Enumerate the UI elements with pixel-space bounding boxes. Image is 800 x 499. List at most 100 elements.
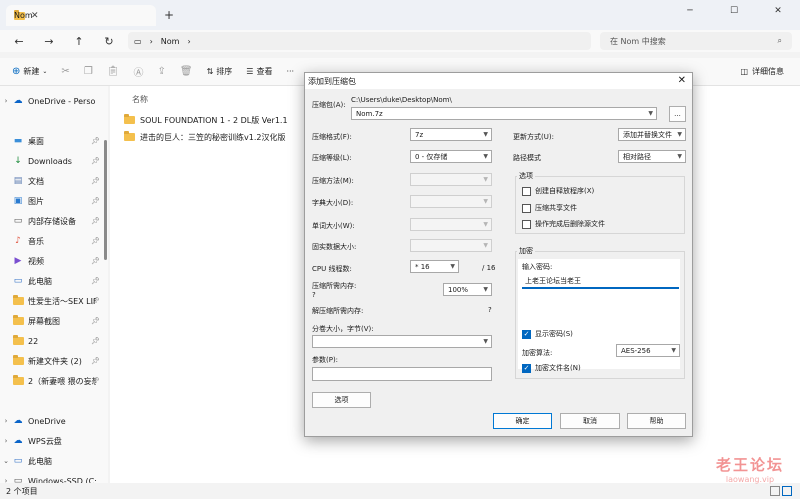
- forward-icon[interactable]: →: [34, 35, 64, 48]
- show-password-checkbox[interactable]: ✓ 显示密码(S): [522, 329, 573, 339]
- sidebar-item[interactable]: ▤ 文档 📌︎: [0, 172, 108, 190]
- threads-combo[interactable]: * 16 ▼: [410, 260, 459, 273]
- minimize-icon[interactable]: ─: [668, 0, 712, 22]
- archive-name-combo[interactable]: Nom.7z ▼: [351, 107, 657, 120]
- more-icon[interactable]: ···: [286, 67, 294, 76]
- list-item[interactable]: SOUL FOUNDATION 1 - 2 DL版 Ver1.1: [124, 112, 288, 128]
- ok-button[interactable]: 确定: [493, 413, 552, 429]
- sidebar-scrollbar[interactable]: [104, 140, 107, 260]
- sidebar-item-label: 此电脑: [28, 276, 52, 286]
- level-combo[interactable]: 0 - 仅存储 ▼: [410, 150, 492, 163]
- refresh-icon[interactable]: ↻: [94, 35, 124, 48]
- chevron-down-icon: ▼: [450, 263, 455, 270]
- decompress-memory-value: ?: [488, 306, 492, 314]
- tab-nom[interactable]: Nom ✕: [6, 5, 156, 26]
- solid-combo: ▼: [410, 239, 492, 252]
- sidebar-item[interactable]: ▭ 此电脑 📌︎: [0, 272, 108, 290]
- sidebar-item-label: 文档: [28, 176, 44, 186]
- address-bar[interactable]: ▭ › Nom ›: [128, 32, 591, 50]
- word-label: 单词大小(W):: [312, 222, 355, 230]
- sidebar-item[interactable]: 性爱生活～SEX LIFE 📌︎: [0, 292, 108, 310]
- sidebar-item[interactable]: › ▭ Windows-SSD (C:): [0, 472, 108, 483]
- password-input[interactable]: 上老王论坛当老王: [522, 274, 679, 289]
- encryption-group-title: 加密: [517, 246, 535, 256]
- new-button[interactable]: ⊕ 新建 ⌄: [12, 66, 47, 77]
- paste-icon[interactable]: 📋︎: [107, 66, 120, 77]
- pin-icon: 📌︎: [91, 197, 100, 205]
- folder-icon: [12, 335, 24, 346]
- options-button[interactable]: 选项: [312, 392, 371, 408]
- sidebar-item[interactable]: ›☁ OneDrive - Personal: [0, 92, 108, 110]
- back-icon[interactable]: ←: [4, 35, 34, 48]
- path-mode-combo[interactable]: 相对路径 ▼: [618, 150, 686, 163]
- list-item[interactable]: 进击的巨人：三笠的秘密训练v1.2汉化版: [124, 129, 285, 145]
- cut-icon[interactable]: ✂: [61, 66, 69, 77]
- format-combo[interactable]: 7z ▼: [410, 128, 492, 141]
- sidebar-item[interactable]: ⌄ ▭ 此电脑: [0, 452, 108, 470]
- sidebar-item[interactable]: ↓ Downloads 📌︎: [0, 152, 108, 170]
- sidebar-item[interactable]: ▭ 内部存储设备 📌︎: [0, 212, 108, 230]
- search-input[interactable]: 在 Nom 中搜索 ⌕: [600, 32, 792, 50]
- up-icon[interactable]: ↑: [64, 35, 94, 48]
- split-combo[interactable]: ▼: [312, 335, 492, 348]
- sort-button[interactable]: ⇅ 排序: [207, 66, 233, 77]
- rename-icon[interactable]: Ⓐ: [133, 64, 143, 79]
- close-icon[interactable]: ✕: [756, 0, 800, 22]
- expand-chevron-icon[interactable]: ⌄: [0, 457, 12, 465]
- word-combo: ▼: [410, 218, 492, 231]
- sidebar-item[interactable]: › ☁ OneDrive: [0, 412, 108, 430]
- column-header-name[interactable]: 名称: [132, 94, 148, 105]
- browse-button[interactable]: ...: [669, 106, 686, 122]
- breadcrumb-chevron-icon[interactable]: ›: [150, 37, 153, 46]
- maximize-icon[interactable]: ☐: [712, 0, 756, 22]
- breadcrumb-nom[interactable]: Nom: [161, 37, 180, 46]
- shared-files-checkbox[interactable]: 压缩共享文件: [522, 203, 577, 213]
- pin-icon: 📌︎: [91, 177, 100, 185]
- chevron-down-icon: ▼: [483, 176, 488, 183]
- details-view-icon[interactable]: [770, 486, 780, 496]
- dialog-close-icon[interactable]: ✕: [678, 75, 686, 86]
- chevron-down-icon: ▼: [483, 338, 488, 345]
- copy-icon[interactable]: ❐: [84, 66, 93, 77]
- sidebar-item[interactable]: ▶ 视频 📌︎: [0, 252, 108, 270]
- cloud-icon: ☁: [13, 436, 23, 446]
- memory-label: 压缩所需内存:: [312, 282, 357, 290]
- cancel-button[interactable]: 取消: [560, 413, 620, 429]
- computer-icon: ▭: [13, 276, 23, 286]
- sidebar-item-label: 2（新妻喂 猥の妄想: [28, 376, 96, 386]
- sidebar-item[interactable]: 新建文件夹 (2) 📌︎: [0, 352, 108, 370]
- view-button[interactable]: ☰ 查看: [246, 66, 272, 77]
- sidebar-item[interactable]: ♪ 音乐 📌︎: [0, 232, 108, 250]
- details-button[interactable]: ◫ 详细信息: [740, 66, 784, 77]
- sidebar-item[interactable]: 屏幕截图 📌︎: [0, 312, 108, 330]
- expand-chevron-icon[interactable]: ›: [0, 97, 12, 105]
- password-label: 输入密码:: [522, 263, 553, 271]
- item-count: 2 个项目: [6, 486, 38, 496]
- help-button[interactable]: 帮助: [627, 413, 686, 429]
- sidebar-item[interactable]: ▣ 图片 📌︎: [0, 192, 108, 210]
- new-tab-icon[interactable]: +: [164, 8, 174, 22]
- delete-after-checkbox[interactable]: 操作完成后删除源文件: [522, 219, 605, 229]
- method-label: 压缩方法(M):: [312, 177, 354, 185]
- tiles-view-icon[interactable]: [782, 486, 792, 496]
- parameters-label: 参数(P):: [312, 356, 339, 364]
- expand-chevron-icon[interactable]: ›: [0, 417, 12, 425]
- dict-combo: ▼: [410, 195, 492, 208]
- sfx-checkbox[interactable]: 创建自释放程序(X): [522, 186, 594, 196]
- sidebar-item[interactable]: 22 📌︎: [0, 332, 108, 350]
- folder-icon: [12, 375, 24, 386]
- sidebar-item[interactable]: ▬ 桌面 📌︎: [0, 132, 108, 150]
- sidebar-item[interactable]: 2（新妻喂 猥の妄想 📌︎: [0, 372, 108, 390]
- update-mode-combo[interactable]: 添加并替换文件 ▼: [618, 128, 686, 141]
- cloud-icon: ☁: [13, 96, 23, 106]
- parameters-input[interactable]: [312, 367, 492, 381]
- encryption-method-combo[interactable]: AES-256 ▼: [616, 344, 680, 357]
- encrypt-names-checkbox[interactable]: ✓ 加密文件名(N): [522, 363, 581, 373]
- breadcrumb-chevron-icon[interactable]: ›: [187, 37, 190, 46]
- expand-chevron-icon[interactable]: ›: [0, 437, 12, 445]
- delete-icon[interactable]: 🗑︎: [180, 66, 193, 77]
- split-label: 分卷大小，字节(V):: [312, 325, 374, 333]
- sidebar-item[interactable]: › ☁ WPS云盘: [0, 432, 108, 450]
- share-icon[interactable]: ⇪: [157, 66, 165, 77]
- memory-usage-combo[interactable]: 100% ▼: [443, 283, 492, 296]
